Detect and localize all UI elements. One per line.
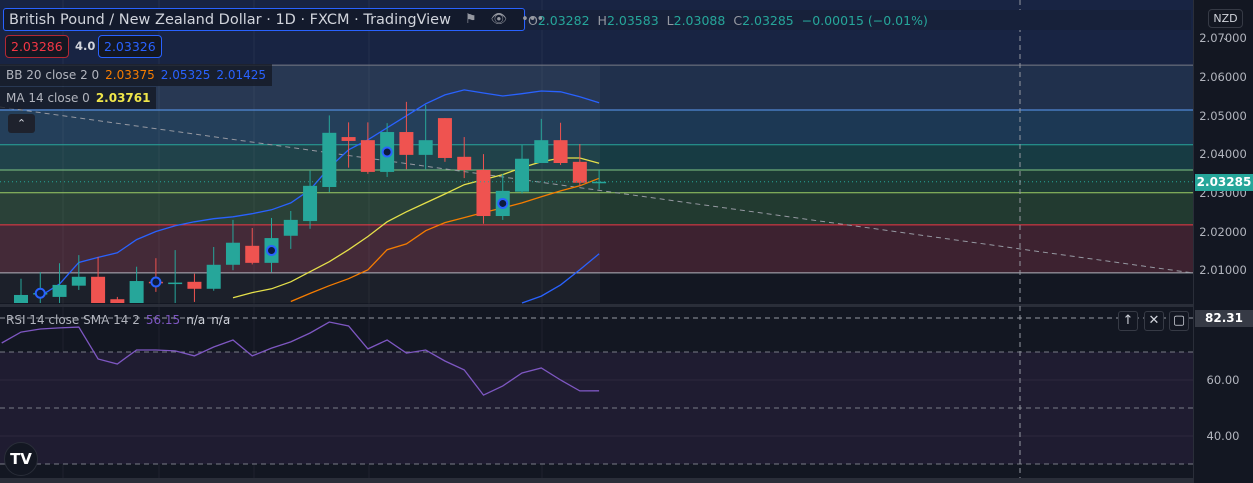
bb-legend[interactable]: BB 20 close 2 0 2.03375 2.05325 2.01425 [0,64,273,86]
move-pane-up-button[interactable]: ↑ [1118,311,1138,331]
flag-icon[interactable]: ⚑ [465,12,477,27]
candle-up [168,282,183,285]
candle-down [360,140,375,172]
chevron-up-icon: ⌃ [16,117,27,130]
high-value: 2.03583 [606,12,659,28]
more-icon[interactable]: ••• [521,12,544,27]
candle-down [91,276,106,303]
bb-lower-value: 2.01425 [216,68,267,82]
candle-up [206,264,221,289]
currency-dropdown[interactable]: NZD ⌄ [1208,9,1243,42]
sell-button[interactable]: 2.03286 [5,35,69,58]
candle-down [399,132,414,155]
collapse-legend-button[interactable]: ⌃ [8,114,35,133]
crosshair-value-tag: 82.31 [1195,310,1253,327]
maximize-icon: ▢ [1172,313,1186,328]
candle-up [303,185,318,222]
bb-name: BB 20 close 2 0 [6,68,100,82]
candle-down [553,140,568,164]
low-value: 2.03088 [673,12,726,28]
ma-value: 2.03761 [95,91,151,105]
price-label: 2.05000 [1199,109,1247,123]
low-label: L [666,12,674,28]
candle-down [437,118,452,158]
candle-up [225,242,240,265]
rsi-extra-value: n/a [211,313,231,327]
candle-down [187,281,202,289]
symbol-title: British Pound / New Zealand Dollar · 1D … [9,11,451,28]
rsi-axis-label: 40.00 [1206,429,1240,443]
candle-down [341,137,356,141]
candle-down [457,156,472,170]
spread-value: 4.0 [75,39,96,53]
rsi-value: 56.15 [145,313,181,327]
rsi-legend[interactable]: RSI 14 close SMA 14 2 56.15 n/a n/a [6,313,230,327]
last-price-tag: 2.03285 [1195,174,1253,191]
time-axis-edge [0,478,1193,483]
close-label: C [733,12,743,28]
candle-up [129,281,144,303]
buy-button[interactable]: 2.03326 [98,35,162,58]
candle-up [283,219,298,236]
tradingview-logo[interactable]: TV [4,442,38,476]
price-label: 2.06000 [1199,70,1247,84]
ma-name: MA 14 close 0 [6,91,90,105]
ma-legend[interactable]: MA 14 close 0 2.03761 [0,87,157,109]
event-marker-icon [266,244,278,256]
candle-up [52,284,67,297]
price-label: 2.02000 [1199,225,1247,239]
event-marker-icon [150,276,162,288]
price-label: 2.07000 [1199,31,1247,45]
price-axis[interactable]: NZD ⌄ 2.07000 2.06000 2.05000 2.04000 2.… [1193,0,1253,483]
symbol-header[interactable]: British Pound / New Zealand Dollar · 1D … [3,8,544,31]
candle-up [14,294,28,303]
event-marker-icon [34,287,46,299]
rsi-name: RSI 14 close SMA 14 2 [6,313,140,327]
close-value: 2.03285 [742,12,794,28]
change-value: −0.00015 (−0.01%) [801,12,928,28]
candle-up [534,140,549,164]
maximize-pane-button[interactable]: ▢ [1169,311,1189,331]
ohlc-readout: O2.03282 H2.03583 L2.03088 C2.03285 −0.0… [526,10,1191,30]
candle-up [322,132,337,187]
bb-basis-value: 2.03375 [105,68,155,82]
candle-down [110,299,125,303]
close-icon: ✕ [1148,313,1160,328]
rsi-axis-label: 60.00 [1206,373,1240,387]
price-label: 2.01000 [1199,263,1247,277]
candle-up [515,158,530,192]
candle-up [71,276,86,286]
candle-up [418,140,433,155]
close-pane-button[interactable]: ✕ [1144,311,1164,331]
event-marker-icon [381,146,393,158]
candle-down [476,169,491,217]
rsi-sma-value: n/a [186,313,206,327]
pane-separator [0,304,1193,307]
price-label: 2.04000 [1199,147,1247,161]
eye-icon[interactable]: 👁 [491,12,508,27]
open-value: 2.03282 [537,12,590,28]
candle-down [572,161,587,183]
arrow-up-icon: ↑ [1122,313,1134,328]
bb-upper-value: 2.05325 [160,68,211,82]
candle-down [245,245,260,263]
high-label: H [597,12,607,28]
event-marker-icon [497,197,509,209]
currency-label: NZD [1213,12,1238,25]
